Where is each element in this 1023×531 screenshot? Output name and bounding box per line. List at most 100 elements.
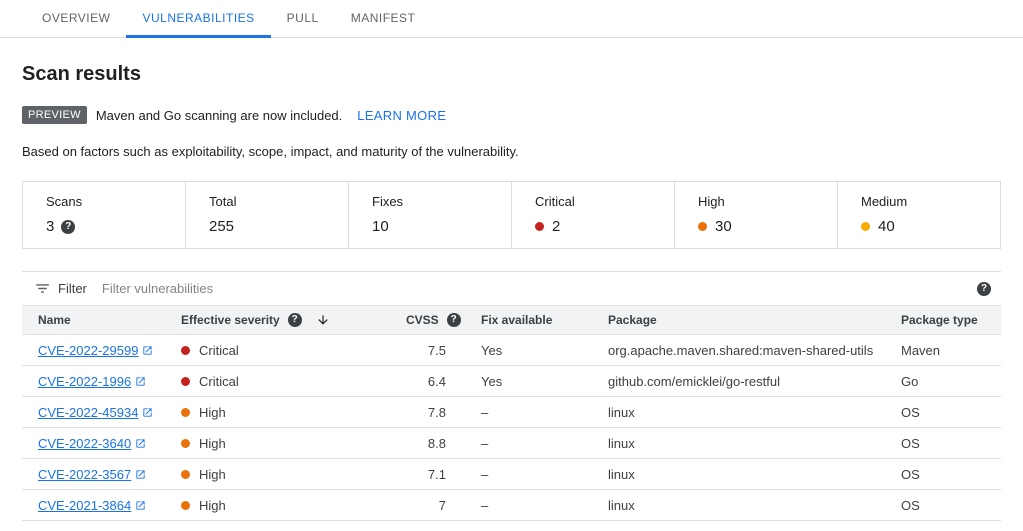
- fix-available-value: –: [465, 428, 592, 459]
- help-icon[interactable]: ?: [447, 313, 461, 327]
- help-icon[interactable]: ?: [977, 282, 991, 296]
- package-type: OS: [885, 459, 1001, 490]
- severity-label: High: [199, 405, 226, 420]
- column-header-fix[interactable]: Fix available: [465, 306, 592, 335]
- tab-manifest[interactable]: MANIFEST: [335, 0, 432, 38]
- cve-id: CVE-2022-1996: [38, 374, 131, 389]
- stat-high: High 30: [674, 182, 837, 248]
- cvss-value: 7.8: [390, 397, 465, 428]
- stat-label: Critical: [535, 194, 651, 209]
- stat-label: Fixes: [372, 194, 488, 209]
- page-title: Scan results: [22, 63, 1001, 86]
- package-name: github.com/emicklei/go-restful: [592, 366, 885, 397]
- cvss-value: 7.5: [390, 335, 465, 366]
- severity-dot: [181, 501, 190, 510]
- column-header-cvss[interactable]: CVSS ?: [390, 306, 465, 335]
- stat-value: 3: [46, 218, 54, 235]
- severity-label: High: [199, 467, 226, 482]
- preview-badge: PREVIEW: [22, 106, 87, 124]
- table-row: CVE-2022-45934 High 7.8 – linux OS: [22, 397, 1001, 428]
- filter-icon: [34, 280, 51, 297]
- external-link-icon: [142, 345, 153, 356]
- stat-label: Total: [209, 194, 325, 209]
- severity-label: High: [199, 498, 226, 513]
- filter-button[interactable]: Filter: [28, 280, 93, 297]
- scan-summary-card: Scans 3 ? Total 255 Fixes 10 Critical 2: [22, 181, 1001, 249]
- learn-more-link[interactable]: LEARN MORE: [357, 108, 446, 123]
- medium-severity-dot: [861, 222, 870, 231]
- severity-dot: [181, 346, 190, 355]
- filter-vulnerabilities-input[interactable]: [100, 280, 977, 297]
- table-row: CVE-2022-3567 High 7.1 – linux OS: [22, 459, 1001, 490]
- package-type: OS: [885, 490, 1001, 521]
- cve-id: CVE-2022-29599: [38, 343, 138, 358]
- vulnerabilities-table: Name Effective severity ? CVSS ?: [22, 305, 1001, 521]
- cvss-value: 6.4: [390, 366, 465, 397]
- fix-available-value: –: [465, 397, 592, 428]
- severity-dot: [181, 470, 190, 479]
- column-header-name[interactable]: Name: [22, 306, 165, 335]
- cvss-value: 8.8: [390, 428, 465, 459]
- cve-id: CVE-2021-3864: [38, 498, 131, 513]
- stat-label: High: [698, 194, 814, 209]
- stat-total: Total 255: [185, 182, 348, 248]
- sort-descending-icon[interactable]: [316, 313, 330, 327]
- critical-severity-dot: [535, 222, 544, 231]
- package-type: OS: [885, 428, 1001, 459]
- cve-link[interactable]: CVE-2022-3640: [38, 436, 146, 451]
- column-header-severity[interactable]: Effective severity ?: [165, 306, 390, 335]
- severity-dot: [181, 408, 190, 417]
- stat-scans: Scans 3 ?: [23, 182, 185, 248]
- filter-button-label: Filter: [58, 281, 87, 296]
- help-icon[interactable]: ?: [288, 313, 302, 327]
- fix-available-value: –: [465, 490, 592, 521]
- stat-value: 40: [878, 218, 895, 235]
- severity-dot: [181, 439, 190, 448]
- fix-available-value: –: [465, 459, 592, 490]
- table-row: CVE-2022-1996 Critical 6.4 Yes github.co…: [22, 366, 1001, 397]
- package-type: Go: [885, 366, 1001, 397]
- package-name: linux: [592, 428, 885, 459]
- cve-id: CVE-2022-3567: [38, 467, 131, 482]
- main-content: Scan results PREVIEW Maven and Go scanni…: [0, 63, 1023, 521]
- column-header-cvss-label: CVSS: [406, 313, 439, 327]
- stat-label: Medium: [861, 194, 977, 209]
- external-link-icon: [135, 376, 146, 387]
- stat-value: 255: [209, 218, 234, 235]
- cve-link[interactable]: CVE-2022-1996: [38, 374, 146, 389]
- cve-link[interactable]: CVE-2021-3864: [38, 498, 146, 513]
- stat-medium: Medium 40: [837, 182, 1000, 248]
- preview-text: Maven and Go scanning are now included.: [96, 108, 342, 123]
- severity-label: Critical: [199, 343, 239, 358]
- high-severity-dot: [698, 222, 707, 231]
- column-header-package-type[interactable]: Package type: [885, 306, 1001, 335]
- fix-available-value: Yes: [465, 366, 592, 397]
- external-link-icon: [135, 500, 146, 511]
- cvss-value: 7.1: [390, 459, 465, 490]
- scan-results-page: OVERVIEW VULNERABILITIES PULL MANIFEST S…: [0, 0, 1023, 521]
- column-header-package[interactable]: Package: [592, 306, 885, 335]
- help-icon[interactable]: ?: [61, 220, 75, 234]
- stat-value: 10: [372, 218, 389, 235]
- tab-vulnerabilities[interactable]: VULNERABILITIES: [126, 0, 270, 38]
- external-link-icon: [135, 469, 146, 480]
- package-name: linux: [592, 397, 885, 428]
- tab-bar: OVERVIEW VULNERABILITIES PULL MANIFEST: [0, 0, 1023, 38]
- table-row: CVE-2021-3864 High 7 – linux OS: [22, 490, 1001, 521]
- package-type: OS: [885, 397, 1001, 428]
- tab-overview[interactable]: OVERVIEW: [26, 0, 126, 38]
- package-type: Maven: [885, 335, 1001, 366]
- table-row: CVE-2022-3640 High 8.8 – linux OS: [22, 428, 1001, 459]
- cve-link[interactable]: CVE-2022-3567: [38, 467, 146, 482]
- package-name: linux: [592, 459, 885, 490]
- severity-dot: [181, 377, 190, 386]
- fix-available-value: Yes: [465, 335, 592, 366]
- tab-pull[interactable]: PULL: [271, 0, 335, 38]
- cve-link[interactable]: CVE-2022-45934: [38, 405, 153, 420]
- external-link-icon: [142, 407, 153, 418]
- package-name: org.apache.maven.shared:maven-shared-uti…: [592, 335, 885, 366]
- stat-label: Scans: [46, 194, 162, 209]
- column-header-severity-label: Effective severity: [181, 313, 280, 327]
- table-row: CVE-2022-29599 Critical 7.5 Yes org.apac…: [22, 335, 1001, 366]
- cve-link[interactable]: CVE-2022-29599: [38, 343, 153, 358]
